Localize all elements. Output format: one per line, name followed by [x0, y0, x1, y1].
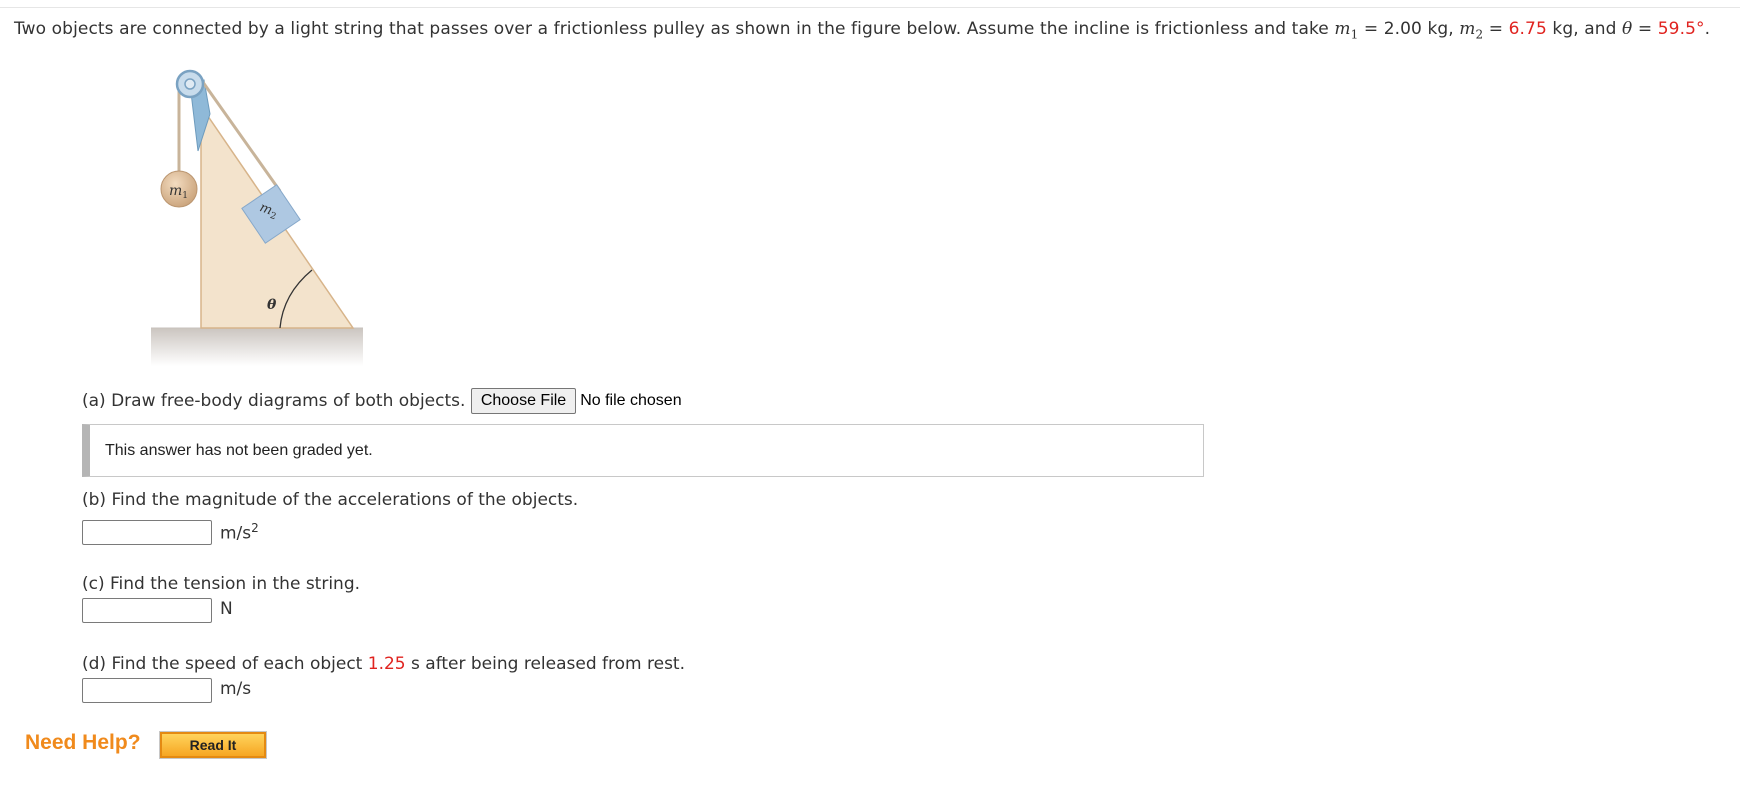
m1-symbol: m1 — [1334, 19, 1359, 42]
part-b-unit: m/s2 — [220, 521, 259, 544]
m2-symbol: m2 — [1459, 19, 1484, 42]
file-status: No file chosen — [580, 392, 682, 409]
m1-value: = 2.00 kg, — [1358, 19, 1460, 39]
part-b-question: (b) Find the magnitude of the accelerati… — [82, 490, 579, 510]
theta-symbol: θ — [1622, 19, 1633, 39]
part-a-question: (a) Draw free-body diagrams of both obje… — [82, 391, 466, 411]
grading-note-box: This answer has not been graded yet. — [82, 424, 1204, 477]
part-a: (a) Draw free-body diagrams of both obje… — [82, 388, 682, 414]
grading-note: This answer has not been graded yet. — [105, 442, 373, 459]
theta-value: 59.5° — [1657, 19, 1705, 39]
incline-pulley-figure: m1 m2 θ — [148, 66, 368, 366]
part-d-unit: m/s — [220, 679, 252, 699]
m2-value: 6.75 — [1508, 19, 1547, 39]
part-c-answer-input[interactable] — [82, 598, 212, 623]
part-d-question: (d) Find the speed of each object 1.25 s… — [82, 654, 685, 674]
part-b-answer-input[interactable] — [82, 520, 212, 545]
top-divider — [0, 0, 1740, 8]
read-it-button[interactable]: Read It — [159, 731, 267, 759]
problem-statement: Two objects are connected by a light str… — [14, 19, 1711, 42]
problem-intro: Two objects are connected by a light str… — [14, 19, 1335, 39]
part-c-question: (c) Find the tension in the string. — [82, 574, 361, 594]
choose-file-button[interactable]: Choose File — [470, 388, 577, 414]
part-d-time-value: 1.25 — [367, 654, 406, 674]
ground — [151, 328, 363, 366]
need-help-label: Need Help? — [25, 731, 141, 754]
part-d-answer-input[interactable] — [82, 678, 212, 703]
part-c-unit: N — [220, 599, 233, 619]
theta-label: θ — [267, 297, 277, 313]
